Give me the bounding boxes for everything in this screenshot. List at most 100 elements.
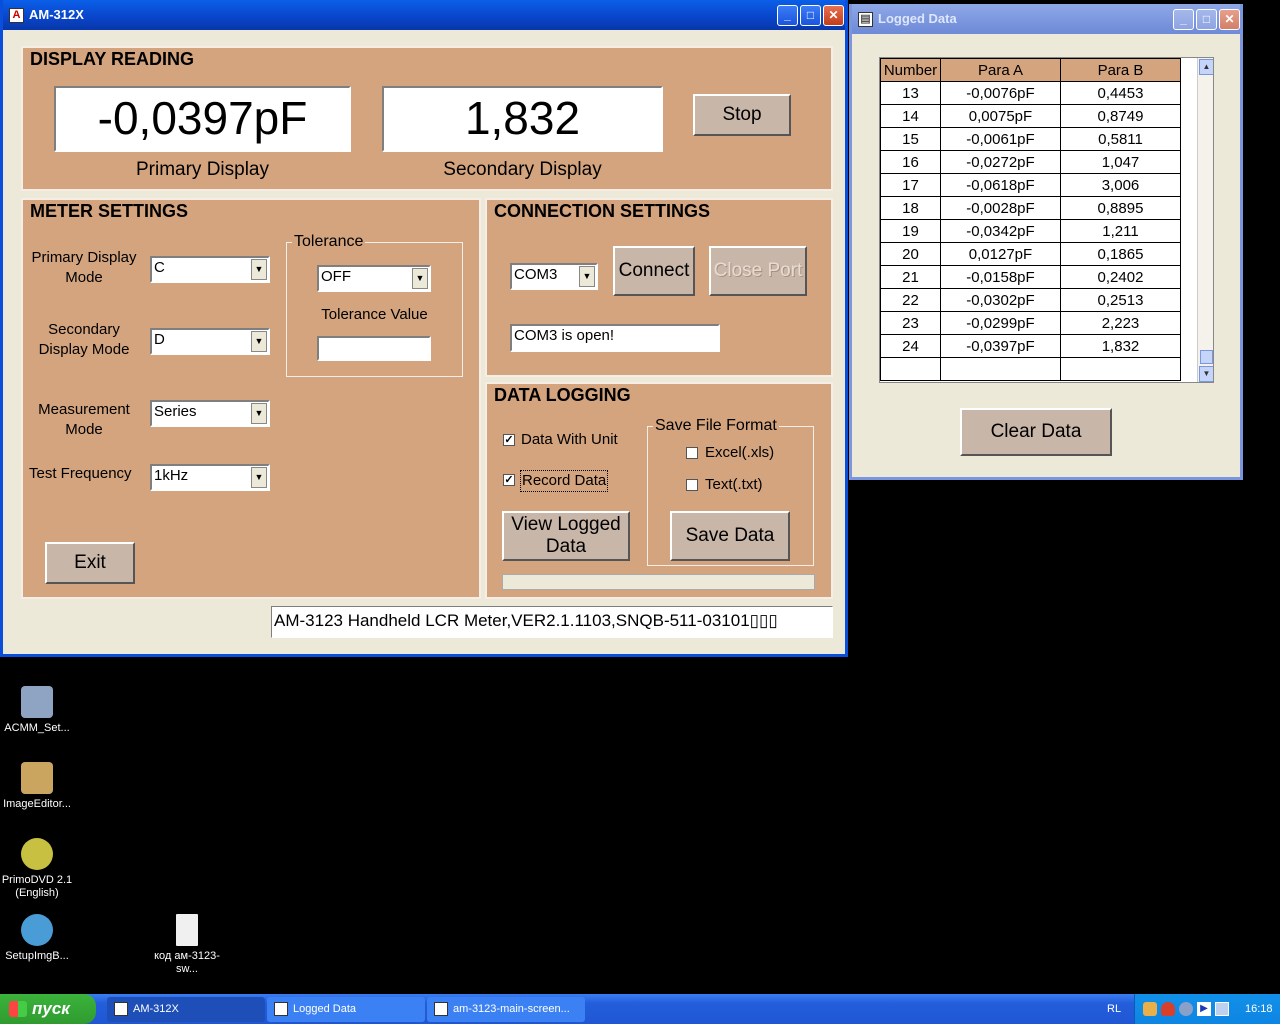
desktop-icon-primodvd[interactable]: PrimoDVD 2.1 (English) [0,838,74,900]
cell-para-a[interactable] [940,357,1061,381]
view-logged-data-button[interactable]: View Logged Data [502,511,630,561]
tolerance-value-input[interactable] [317,336,431,361]
logged-titlebar[interactable]: ▤ Logged Data _ □ ✕ [852,4,1240,34]
cell-para-a[interactable]: 0,0127pF [940,242,1061,266]
desktop-icon-imageeditor[interactable]: ImageEditor... [0,762,74,811]
cell-para-a[interactable]: 0,0075pF [940,104,1061,128]
cell-para-b[interactable]: 2,223 [1060,311,1181,335]
table-row[interactable]: 14 0,0075pF 0,8749 [880,104,1181,128]
excel-label[interactable]: Excel(.xls) [705,443,774,463]
cell-para-a[interactable]: -0,0076pF [940,81,1061,105]
excel-checkbox[interactable] [686,447,698,459]
cell-number[interactable]: 16 [880,150,941,174]
cell-number[interactable]: 23 [880,311,941,335]
language-indicator[interactable]: RL [1107,994,1121,1024]
table-row[interactable]: 19 -0,0342pF 1,211 [880,219,1181,243]
close-port-button[interactable]: Close Port [709,246,807,296]
data-with-unit-checkbox[interactable]: ✓ [503,434,515,446]
record-data-checkbox[interactable]: ✓ [503,474,515,486]
table-row[interactable]: 18 -0,0028pF 0,8895 [880,196,1181,220]
table-row[interactable]: 16 -0,0272pF 1,047 [880,150,1181,174]
minimize-icon[interactable]: _ [1173,9,1194,30]
cell-number[interactable]: 14 [880,104,941,128]
chevron-down-icon[interactable]: ▼ [251,331,267,352]
table-row[interactable]: 21 -0,0158pF 0,2402 [880,265,1181,289]
cell-number[interactable]: 18 [880,196,941,220]
cell-para-b[interactable]: 0,8895 [1060,196,1181,220]
text-label[interactable]: Text(.txt) [705,475,763,495]
cell-para-b[interactable]: 1,211 [1060,219,1181,243]
table-row[interactable] [880,357,1181,381]
cell-para-b[interactable]: 0,2513 [1060,288,1181,312]
port-select[interactable]: COM3 ▼ [510,263,598,290]
cell-para-a[interactable]: -0,0272pF [940,150,1061,174]
cell-para-b[interactable]: 0,1865 [1060,242,1181,266]
maximize-icon[interactable]: □ [800,5,821,26]
cell-para-b[interactable] [1060,357,1181,381]
cell-para-a[interactable]: -0,0397pF [940,334,1061,358]
measurement-mode-select[interactable]: Series ▼ [150,400,270,427]
minimize-icon[interactable]: _ [777,5,798,26]
clock[interactable]: 16:18 [1245,994,1273,1024]
shield-icon[interactable] [1161,1002,1175,1016]
media-play-icon[interactable]: ▶ [1197,1002,1211,1016]
chevron-down-icon[interactable]: ▼ [251,403,267,424]
tray-icon[interactable] [1179,1002,1193,1016]
cell-number[interactable]: 15 [880,127,941,151]
maximize-icon[interactable]: □ [1196,9,1217,30]
tolerance-select[interactable]: OFF ▼ [317,265,431,292]
cell-para-b[interactable]: 1,832 [1060,334,1181,358]
main-titlebar[interactable]: A AM-312X _ □ ✕ [3,0,845,30]
table-row[interactable]: 13 -0,0076pF 0,4453 [880,81,1181,105]
cell-number[interactable]: 24 [880,334,941,358]
table-row[interactable]: 20 0,0127pF 0,1865 [880,242,1181,266]
table-row[interactable]: 23 -0,0299pF 2,223 [880,311,1181,335]
table-row[interactable]: 22 -0,0302pF 0,2513 [880,288,1181,312]
scroll-thumb[interactable] [1200,350,1213,364]
connect-button[interactable]: Connect [613,246,695,296]
table-row[interactable]: 15 -0,0061pF 0,5811 [880,127,1181,151]
cell-para-b[interactable]: 0,8749 [1060,104,1181,128]
primary-mode-select[interactable]: C ▼ [150,256,270,283]
task-logged-data[interactable]: Logged Data [267,997,425,1022]
table-row[interactable]: 17 -0,0618pF 3,006 [880,173,1181,197]
desktop-icon-acmm[interactable]: ACMM_Set... [0,686,74,735]
vertical-scrollbar[interactable]: ▲ ▼ [1197,58,1213,382]
close-icon[interactable]: ✕ [1219,9,1240,30]
chevron-down-icon[interactable]: ▼ [251,259,267,280]
cell-para-a[interactable]: -0,0158pF [940,265,1061,289]
cell-para-a[interactable]: -0,0299pF [940,311,1061,335]
column-header-number[interactable]: Number [880,58,941,82]
table-row[interactable]: 24 -0,0397pF 1,832 [880,334,1181,358]
close-icon[interactable]: ✕ [823,5,844,26]
chevron-down-icon[interactable]: ▼ [412,268,428,289]
cell-number[interactable]: 17 [880,173,941,197]
chevron-down-icon[interactable]: ▼ [579,266,595,287]
scroll-up-icon[interactable]: ▲ [1199,59,1213,75]
column-header-para-b[interactable]: Para B [1060,58,1181,82]
cell-para-b[interactable]: 0,5811 [1060,127,1181,151]
secondary-mode-select[interactable]: D ▼ [150,328,270,355]
desktop-icon-setupimg[interactable]: SetupImgB... [0,914,74,963]
data-with-unit-label[interactable]: Data With Unit [521,430,618,450]
chevron-down-icon[interactable]: ▼ [251,467,267,488]
cell-number[interactable]: 21 [880,265,941,289]
scroll-down-icon[interactable]: ▼ [1199,366,1213,382]
clear-data-button[interactable]: Clear Data [960,408,1112,456]
cell-number[interactable]: 13 [880,81,941,105]
monitor-icon[interactable] [1215,1002,1229,1016]
column-header-para-a[interactable]: Para A [940,58,1061,82]
cell-para-b[interactable]: 3,006 [1060,173,1181,197]
desktop-icon-code-file[interactable]: код ам-3123-sw... [150,914,224,976]
cell-number[interactable]: 20 [880,242,941,266]
cell-para-a[interactable]: -0,0302pF [940,288,1061,312]
cell-para-a[interactable]: -0,0342pF [940,219,1061,243]
cell-para-b[interactable]: 0,2402 [1060,265,1181,289]
cell-para-a[interactable]: -0,0028pF [940,196,1061,220]
test-frequency-select[interactable]: 1kHz ▼ [150,464,270,491]
cell-para-a[interactable]: -0,0618pF [940,173,1061,197]
cell-number[interactable] [880,357,941,381]
record-data-label[interactable]: Record Data [520,470,609,492]
task-screenshot[interactable]: am-3123-main-screen... [427,997,585,1022]
cell-number[interactable]: 22 [880,288,941,312]
